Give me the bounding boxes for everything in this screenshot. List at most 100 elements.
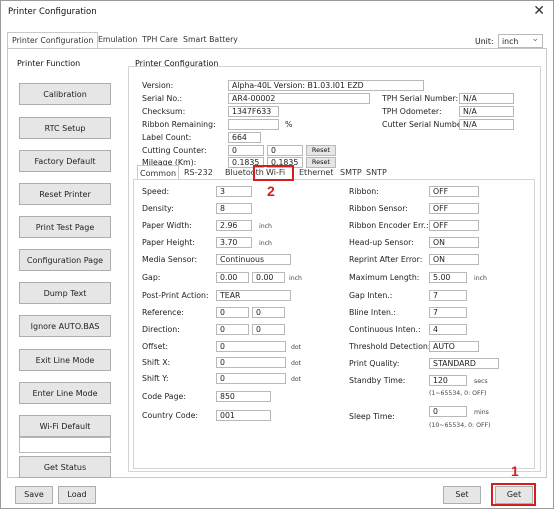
print-test-page-button[interactable]: Print Test Page — [19, 216, 111, 238]
subtab-rs232[interactable]: RS-232 — [182, 165, 215, 180]
continuous-inten-label: Continuous Inten.: — [349, 325, 421, 334]
sleep-time-label: Sleep Time: — [349, 412, 395, 421]
close-icon[interactable]: ✕ — [533, 3, 545, 19]
reprint-after-error-label: Reprint After Error: — [349, 255, 423, 264]
paper-height-unit: inch — [259, 240, 272, 247]
cutter-serial-field: N/A — [459, 119, 514, 130]
exit-line-mode-button[interactable]: Exit Line Mode — [19, 349, 111, 371]
ribbon-encoder-label: Ribbon Encoder Err.: — [349, 221, 429, 230]
unit-label: Unit: — [475, 37, 494, 46]
tph-serial-field: N/A — [459, 93, 514, 104]
gap-field-2[interactable]: 0.00 — [252, 272, 285, 283]
subtab-smtp[interactable]: SMTP — [338, 165, 364, 180]
ribbon-sensor-select[interactable]: OFF — [429, 203, 479, 214]
standby-time-field[interactable]: 120 — [429, 375, 467, 386]
factory-default-button[interactable]: Factory Default — [19, 150, 111, 172]
bline-inten-field[interactable]: 7 — [429, 307, 467, 318]
tab-emulation[interactable]: Emulation — [94, 32, 141, 48]
sleep-time-field[interactable]: 0 — [429, 406, 467, 417]
paper-width-field[interactable]: 2.96 — [216, 220, 252, 231]
cutting-counter-reset-button[interactable]: Reset — [306, 145, 336, 156]
subtab-common[interactable]: Common — [137, 165, 180, 180]
label-count-field: 664 — [228, 132, 261, 143]
speed-select[interactable]: 3 — [216, 186, 252, 197]
ribbon-sensor-label: Ribbon Sensor: — [349, 204, 408, 213]
print-quality-label: Print Quality: — [349, 359, 400, 368]
get-status-button[interactable]: Get Status — [19, 456, 111, 478]
ribbon-label: Ribbon: — [349, 187, 379, 196]
tab-tph-care[interactable]: TPH Care — [138, 32, 182, 48]
tph-serial-label: TPH Serial Number: — [382, 94, 459, 103]
maximum-length-field[interactable]: 5.00 — [429, 272, 467, 283]
code-page-label: Code Page: — [142, 392, 186, 401]
head-up-sensor-select[interactable]: ON — [429, 237, 479, 248]
calibration-button[interactable]: Calibration — [19, 83, 111, 105]
dump-text-button[interactable]: Dump Text — [19, 282, 111, 304]
save-button[interactable]: Save — [15, 486, 53, 504]
standby-time-unit: secs — [474, 378, 488, 385]
shift-x-field[interactable]: 0 — [216, 357, 286, 368]
gap-inten-label: Gap Inten.: — [349, 291, 393, 300]
gap-field-1[interactable]: 0.00 — [216, 272, 249, 283]
offset-field[interactable]: 0 — [216, 341, 286, 352]
ribbon-select[interactable]: OFF — [429, 186, 479, 197]
tab-smart-battery[interactable]: Smart Battery — [179, 32, 242, 48]
cutting-counter-field-2: 0 — [267, 145, 303, 156]
gap-unit: inch — [289, 275, 302, 282]
paper-width-label: Paper Width: — [142, 221, 192, 230]
wifi-tab-highlight — [253, 165, 294, 181]
gap-inten-field[interactable]: 7 — [429, 290, 467, 301]
standby-time-range: (1~65534, 0: OFF) — [429, 390, 487, 397]
tab-printer-configuration[interactable]: Printer Configuration — [7, 32, 99, 49]
country-code-select[interactable]: 001 — [216, 410, 271, 421]
paper-height-field[interactable]: 3.70 — [216, 237, 252, 248]
continuous-inten-field[interactable]: 4 — [429, 324, 467, 335]
media-sensor-select[interactable]: Continuous — [216, 254, 291, 265]
media-sensor-label: Media Sensor: — [142, 255, 198, 264]
post-print-label: Post-Print Action: — [142, 291, 209, 300]
printer-function-title: Printer Function — [17, 59, 81, 68]
print-quality-select[interactable]: STANDARD — [429, 358, 499, 369]
post-print-select[interactable]: TEAR — [216, 290, 291, 301]
standby-time-label: Standby Time: — [349, 376, 406, 385]
serial-field: AR4-00002 — [228, 93, 370, 104]
density-label: Density: — [142, 204, 174, 213]
reset-printer-button[interactable]: Reset Printer — [19, 183, 111, 205]
speed-label: Speed: — [142, 187, 170, 196]
reprint-after-error-select[interactable]: ON — [429, 254, 479, 265]
unit-select[interactable]: inch — [498, 34, 543, 48]
set-button[interactable]: Set — [443, 486, 481, 504]
subtab-ethernet[interactable]: Ethernet — [297, 165, 335, 180]
enter-line-mode-button[interactable]: Enter Line Mode — [19, 382, 111, 404]
code-page-select[interactable]: 850 — [216, 391, 271, 402]
cutting-counter-label: Cutting Counter: — [142, 146, 207, 155]
serial-label: Serial No.: — [142, 94, 183, 103]
wifi-default-button[interactable]: Wi-Fi Default — [19, 415, 111, 437]
density-select[interactable]: 8 — [216, 203, 252, 214]
version-field: Alpha-40L Version: B1.03.I01 EZD — [228, 80, 424, 91]
version-label: Version: — [142, 81, 174, 90]
cutting-counter-field-1: 0 — [228, 145, 264, 156]
label-count-label: Label Count: — [142, 133, 192, 142]
ignore-autobas-button[interactable]: Ignore AUTO.BAS — [19, 315, 111, 337]
reference-field-2[interactable]: 0 — [252, 307, 285, 318]
direction-select-2[interactable]: 0 — [252, 324, 285, 335]
subtab-sntp[interactable]: SNTP — [364, 165, 389, 180]
printer-config-window: Printer Configuration ✕ Printer Configur… — [0, 0, 554, 509]
maximum-length-label: Maximum Length: — [349, 273, 420, 282]
ribbon-remaining-label: Ribbon Remaining: — [142, 120, 216, 129]
status-field — [19, 437, 111, 453]
step-1-label: 1 — [511, 463, 519, 479]
threshold-detection-select[interactable]: AUTO — [429, 341, 479, 352]
paper-height-label: Paper Height: — [142, 238, 195, 247]
ribbon-encoder-select[interactable]: OFF — [429, 220, 479, 231]
shift-x-unit: dot — [291, 360, 302, 367]
configuration-page-button[interactable]: Configuration Page — [19, 249, 111, 271]
shift-y-label: Shift Y: — [142, 374, 169, 383]
gap-label: Gap: — [142, 273, 161, 282]
shift-y-field[interactable]: 0 — [216, 373, 286, 384]
reference-field-1[interactable]: 0 — [216, 307, 249, 318]
direction-select-1[interactable]: 0 — [216, 324, 249, 335]
rtc-setup-button[interactable]: RTC Setup — [19, 117, 111, 139]
load-button[interactable]: Load — [58, 486, 96, 504]
